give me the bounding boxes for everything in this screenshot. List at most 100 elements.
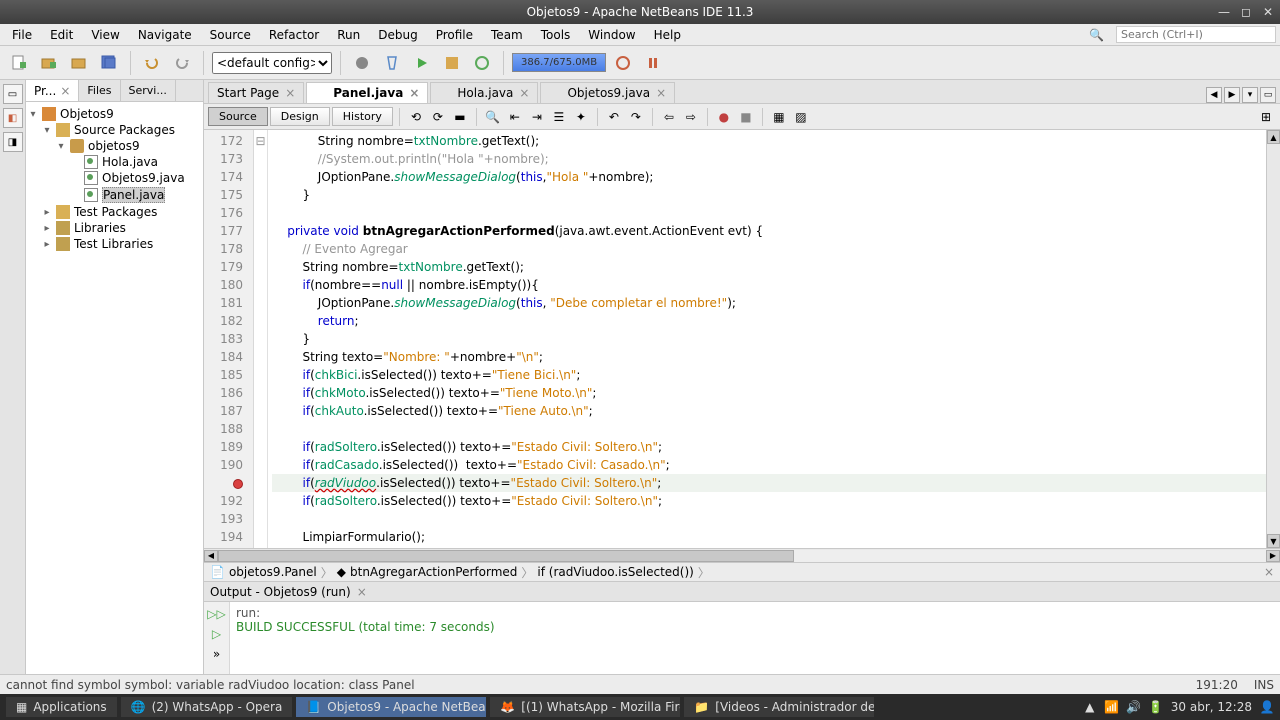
clock[interactable]: 30 abr, 12:28	[1171, 700, 1252, 714]
tree-file-panel[interactable]: Panel.java	[28, 186, 201, 204]
close-icon[interactable]: ✕	[1260, 4, 1276, 20]
next-bookmark-icon[interactable]: ↷	[626, 107, 646, 127]
close-output-icon[interactable]: ×	[357, 585, 367, 599]
stop-icon[interactable]: ▷	[209, 626, 225, 642]
tray-icon[interactable]: ▲	[1083, 700, 1097, 714]
menu-tools[interactable]: Tools	[533, 26, 579, 44]
taskbar-item[interactable]: 📘 Objetos9 - Apache NetBeans...	[296, 697, 486, 717]
gc-icon[interactable]	[610, 50, 636, 76]
tree-libraries[interactable]: ▸Libraries	[28, 220, 201, 236]
config-select[interactable]: <default config>	[212, 52, 332, 74]
taskbar-applications[interactable]: ▦ Applications	[6, 697, 117, 717]
view-design-button[interactable]: Design	[270, 107, 330, 126]
tree-file-objetos9[interactable]: Objetos9.java	[28, 170, 201, 186]
scroll-down-icon[interactable]: ▼	[1267, 534, 1280, 548]
horizontal-scrollbar[interactable]: ◀ ▶	[204, 548, 1280, 562]
rerun-icon[interactable]: ▷▷	[209, 606, 225, 622]
search-input[interactable]	[1116, 26, 1276, 43]
tab-files[interactable]: Files	[79, 80, 120, 101]
tree-file-hola[interactable]: Hola.java	[28, 154, 201, 170]
split-icon[interactable]: ⊞	[1256, 107, 1276, 127]
close-tab-icon[interactable]: ×	[60, 84, 70, 98]
crumb-block[interactable]: if (radViudoo.isSelected())	[537, 565, 693, 579]
taskbar-item[interactable]: 🌐 (2) WhatsApp - Opera	[121, 697, 293, 717]
undo-icon[interactable]	[139, 50, 165, 76]
close-icon[interactable]: ×	[519, 86, 529, 100]
memory-indicator[interactable]: 386.7/675.0MB	[512, 53, 606, 72]
tree-package[interactable]: ▾objetos9	[28, 138, 201, 154]
tab-hola-java[interactable]: Hola.java×	[430, 82, 538, 103]
nav-fwd-icon[interactable]: ⟳	[428, 107, 448, 127]
profile-project-icon[interactable]	[469, 50, 495, 76]
tab-services[interactable]: Servi...	[121, 80, 176, 101]
run-project-icon[interactable]	[409, 50, 435, 76]
scroll-right-icon[interactable]: ▶	[1266, 550, 1280, 562]
output-tab-label[interactable]: Output - Objetos9 (run)	[210, 585, 351, 599]
menu-run[interactable]: Run	[329, 26, 368, 44]
fold-gutter[interactable]: ⊟	[254, 130, 268, 548]
view-source-button[interactable]: Source	[208, 107, 268, 126]
output-text[interactable]: run: BUILD SUCCESSFUL (total time: 7 sec…	[230, 602, 1280, 674]
navigator-icon[interactable]: ◧	[3, 108, 23, 128]
nav-back-icon[interactable]: ⟲	[406, 107, 426, 127]
menu-help[interactable]: Help	[646, 26, 689, 44]
view-history-button[interactable]: History	[332, 107, 393, 126]
menu-edit[interactable]: Edit	[42, 26, 81, 44]
clean-build-icon[interactable]	[379, 50, 405, 76]
prev-tab-icon[interactable]: ◀	[1206, 87, 1222, 103]
menu-window[interactable]: Window	[580, 26, 643, 44]
start-macro-icon[interactable]: ●	[714, 107, 734, 127]
code-editor[interactable]: String nombre=txtNombre.getText(); //Sys…	[268, 130, 1266, 548]
pause-icon[interactable]	[640, 50, 666, 76]
crumb-class[interactable]: 📄 objetos9.Panel	[210, 565, 317, 579]
tab-objetos9-java[interactable]: Objetos9.java×	[540, 82, 675, 103]
window-group-icon[interactable]: ▭	[3, 84, 23, 104]
menu-team[interactable]: Team	[483, 26, 531, 44]
open-project-icon[interactable]	[66, 50, 92, 76]
navigator2-icon[interactable]: ◨	[3, 132, 23, 152]
stop-macro-icon[interactable]: ■	[736, 107, 756, 127]
user-icon[interactable]: 👤	[1260, 700, 1274, 714]
taskbar-item[interactable]: 🦊 [(1) WhatsApp - Mozilla Firef...	[490, 697, 680, 717]
menu-source[interactable]: Source	[202, 26, 259, 44]
tree-source-packages[interactable]: ▾Source Packages	[28, 122, 201, 138]
vertical-scrollbar[interactable]: ▲ ▼	[1266, 130, 1280, 548]
tree-test-libraries[interactable]: ▸Test Libraries	[28, 236, 201, 252]
uncomment-icon[interactable]: ▨	[791, 107, 811, 127]
close-icon[interactable]: ×	[409, 86, 419, 100]
tab-start-page[interactable]: Start Page×	[208, 82, 304, 103]
last-edit-icon[interactable]: ▬	[450, 107, 470, 127]
build-icon[interactable]	[349, 50, 375, 76]
toggle-highlight-icon[interactable]: ☰	[549, 107, 569, 127]
menu-view[interactable]: View	[83, 26, 127, 44]
find-next-icon[interactable]: ⇥	[527, 107, 547, 127]
comment-icon[interactable]: ▦	[769, 107, 789, 127]
find-prev-icon[interactable]: ⇤	[505, 107, 525, 127]
minimize-icon[interactable]: —	[1216, 4, 1232, 20]
tree-test-packages[interactable]: ▸Test Packages	[28, 204, 201, 220]
shift-left-icon[interactable]: ⇦	[659, 107, 679, 127]
debug-project-icon[interactable]	[439, 50, 465, 76]
menu-profile[interactable]: Profile	[428, 26, 481, 44]
toggle-bookmark-icon[interactable]: ✦	[571, 107, 591, 127]
new-file-icon[interactable]	[6, 50, 32, 76]
tree-project[interactable]: ▾Objetos9	[28, 106, 201, 122]
find-sel-icon[interactable]: 🔍	[483, 107, 503, 127]
menu-navigate[interactable]: Navigate	[130, 26, 200, 44]
battery-icon[interactable]: 🔋	[1149, 700, 1163, 714]
maximize-editor-icon[interactable]: ▭	[1260, 87, 1276, 103]
network-icon[interactable]: 📶	[1105, 700, 1119, 714]
next-tab-icon[interactable]: ▶	[1224, 87, 1240, 103]
close-icon[interactable]: ×	[656, 86, 666, 100]
maximize-icon[interactable]: ◻	[1238, 4, 1254, 20]
tab-projects[interactable]: Pr...×	[26, 80, 79, 101]
menu-refactor[interactable]: Refactor	[261, 26, 327, 44]
expand-icon[interactable]: »	[209, 646, 225, 662]
prev-bookmark-icon[interactable]: ↶	[604, 107, 624, 127]
taskbar-item[interactable]: 📁 [Videos - Administrador de a...	[684, 697, 874, 717]
new-project-icon[interactable]	[36, 50, 62, 76]
tab-list-icon[interactable]: ▾	[1242, 87, 1258, 103]
tab-panel-java[interactable]: Panel.java×	[306, 82, 428, 103]
close-icon[interactable]: ×	[285, 86, 295, 100]
scroll-up-icon[interactable]: ▲	[1267, 130, 1280, 144]
